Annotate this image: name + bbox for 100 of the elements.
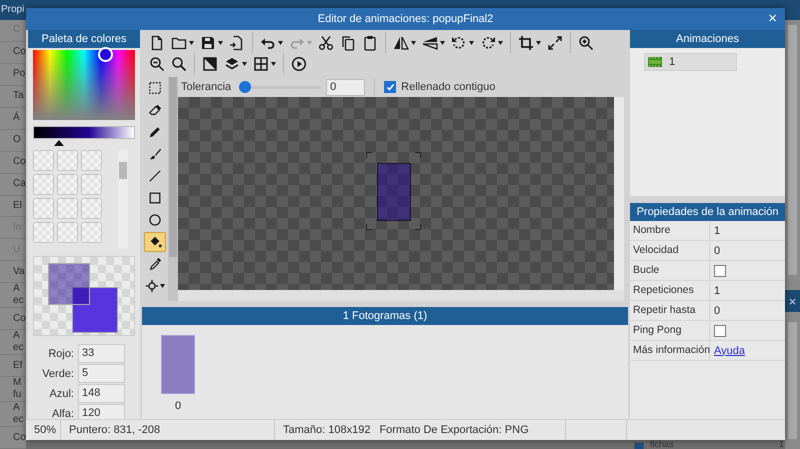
- brush-icon: [148, 147, 162, 161]
- property-label: Más información: [630, 341, 710, 360]
- field-label: Azul:: [48, 388, 74, 400]
- color-swatch[interactable]: [81, 150, 102, 171]
- checkbox[interactable]: [714, 264, 726, 276]
- frame-number: 0: [174, 400, 182, 412]
- color-picker-handle[interactable]: [98, 47, 114, 62]
- caret-icon: [218, 40, 223, 44]
- color-swatch[interactable]: [81, 174, 102, 195]
- scrollbar[interactable]: [118, 150, 128, 248]
- property-label: Bucle: [630, 261, 710, 280]
- layer-name: fichas: [650, 440, 674, 449]
- checkbox[interactable]: [634, 442, 644, 449]
- checkbox[interactable]: [714, 324, 726, 336]
- property-label: A ec: [13, 330, 24, 354]
- rotate-right-icon: [480, 34, 496, 50]
- checkbox[interactable]: [384, 81, 396, 93]
- clipboard-icon: [362, 34, 378, 50]
- caret-icon: [160, 284, 165, 288]
- pointer-position: Puntero: 831, -208: [61, 420, 275, 440]
- property-label: El: [13, 200, 22, 212]
- scrollbar[interactable]: [168, 77, 178, 301]
- panel-title: Propi: [0, 0, 26, 20]
- property-label: Ca: [13, 178, 26, 190]
- close-button[interactable]: ×: [765, 10, 780, 27]
- caret-icon: [536, 40, 541, 44]
- scrollbar[interactable]: [788, 25, 797, 275]
- scissors-icon: [318, 34, 334, 50]
- property-value: 0: [714, 304, 720, 316]
- caret-icon: [440, 40, 445, 44]
- input-field[interactable]: 148: [78, 384, 125, 403]
- color-swatch[interactable]: [57, 198, 78, 219]
- image-size: Tamaño: 108x192: [283, 424, 370, 436]
- play-circle-icon: [291, 56, 307, 72]
- field-label: Alfa:: [50, 408, 74, 420]
- color-swatch[interactable]: [33, 150, 54, 171]
- frame-thumbnail[interactable]: [161, 335, 195, 394]
- property-value: 0: [714, 244, 720, 256]
- crop-button[interactable]: [510, 32, 544, 53]
- panel-header: Propiedades de la animación: [630, 203, 785, 221]
- flip-horizontal-button[interactable]: [385, 32, 419, 53]
- field-label: Rojo:: [47, 348, 74, 360]
- caret-icon: [242, 62, 247, 66]
- help-link[interactable]: Ayuda: [714, 344, 745, 356]
- pencil-icon: [148, 125, 162, 139]
- panel-header: Animaciones: [630, 30, 785, 48]
- sprite-rectangle: [377, 163, 411, 221]
- color-spectrum[interactable]: [33, 50, 135, 120]
- color-swatch[interactable]: [57, 222, 78, 243]
- property-label: Co: [13, 46, 26, 58]
- field-label: Verde:: [41, 368, 74, 380]
- property-value: 1: [714, 284, 720, 296]
- primary-color-square[interactable]: [48, 263, 90, 305]
- secondary-color-square[interactable]: [72, 287, 118, 333]
- flip-vertical-icon: [422, 34, 438, 50]
- page-arrow-icon: [229, 34, 245, 50]
- color-swatch[interactable]: [33, 174, 54, 195]
- property-label: Ta: [13, 90, 24, 102]
- export-format: Formato De Exportación: PNG: [379, 424, 529, 436]
- caret-icon: [469, 40, 474, 44]
- undo-button[interactable]: [252, 32, 286, 53]
- paint-bucket-icon: [148, 235, 162, 249]
- eraser-icon: [148, 103, 162, 117]
- color-swatch[interactable]: [81, 222, 102, 243]
- circle-icon: [148, 213, 162, 227]
- property-label: A ec: [13, 283, 24, 308]
- fill-tool[interactable]: [144, 232, 166, 252]
- input-field[interactable]: 5: [78, 364, 125, 383]
- caret-icon: [307, 40, 312, 44]
- scrollbar[interactable]: [788, 322, 797, 439]
- property-label: Co: [13, 156, 26, 168]
- grid-icon: [253, 56, 269, 72]
- animation-item[interactable]: 1: [644, 53, 737, 71]
- caret-icon: [498, 40, 503, 44]
- color-swatch[interactable]: [57, 174, 78, 195]
- property-label: O: [13, 134, 21, 146]
- property-label: Repeticiones: [630, 281, 710, 300]
- property-label: Co: [13, 312, 26, 325]
- crosshair-icon: [145, 279, 159, 293]
- slider-thumb[interactable]: [239, 81, 252, 93]
- zoom-in-icon: [578, 34, 594, 50]
- property-label: M fu: [13, 377, 22, 402]
- property-label: Po: [13, 68, 26, 80]
- caret-icon: [411, 40, 416, 44]
- color-swatch[interactable]: [57, 150, 78, 171]
- copy-icon: [340, 34, 356, 50]
- brightness-bar[interactable]: [33, 126, 135, 139]
- property-label: Co: [13, 432, 26, 444]
- scrollbar[interactable]: [614, 97, 624, 290]
- scrollbar[interactable]: [178, 290, 624, 301]
- window-title: Editor de animaciones: popupFinal2: [318, 13, 494, 25]
- property-label: Ef: [13, 360, 22, 372]
- flip-horizontal-icon: [393, 34, 409, 50]
- property-label: Va: [13, 266, 24, 278]
- input-field[interactable]: 33: [78, 344, 125, 363]
- tolerance-field[interactable]: 0: [326, 78, 366, 96]
- color-swatch[interactable]: [33, 198, 54, 219]
- color-swatch[interactable]: [81, 198, 102, 219]
- property-value: 1: [714, 224, 720, 236]
- color-swatch[interactable]: [33, 222, 54, 243]
